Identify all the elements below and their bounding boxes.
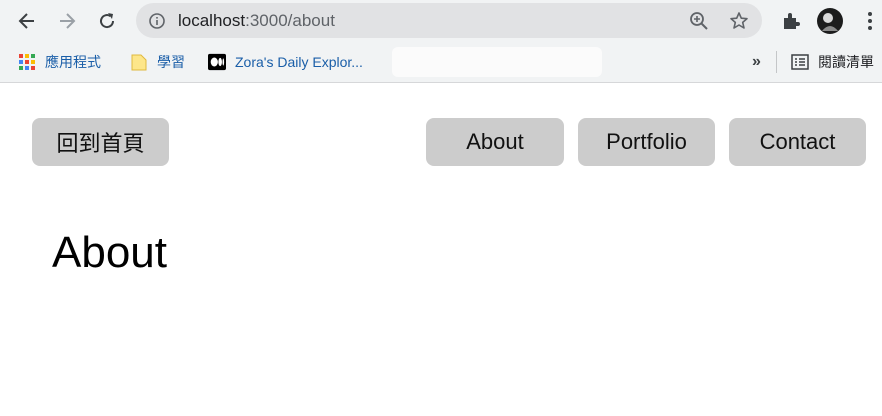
bookmark-zora[interactable]: Zora's Daily Explor... xyxy=(208,51,363,73)
profile-avatar[interactable] xyxy=(816,7,844,35)
hidden-bookmark[interactable] xyxy=(392,47,602,77)
nav-portfolio-button[interactable]: Portfolio xyxy=(578,118,715,166)
forward-icon[interactable] xyxy=(54,8,80,34)
divider xyxy=(776,51,777,73)
bookmark-learning[interactable]: 學習 xyxy=(130,51,185,73)
folder-icon xyxy=(130,53,148,71)
home-button[interactable]: 回到首頁 xyxy=(32,118,169,166)
reading-list-label: 閱讀清單 xyxy=(818,54,874,70)
page-title: About xyxy=(52,228,167,277)
zoom-icon[interactable] xyxy=(688,10,710,32)
reload-icon[interactable] xyxy=(94,8,120,34)
medium-icon xyxy=(208,53,226,71)
address-bar[interactable]: localhost:3000/about xyxy=(136,3,762,38)
bookmark-label: 應用程式 xyxy=(45,54,101,70)
extensions-icon[interactable] xyxy=(779,9,803,33)
reading-list-button[interactable]: 閱讀清單 xyxy=(791,51,874,73)
url-text[interactable]: localhost:3000/about xyxy=(178,11,335,31)
nav-about-button[interactable]: About xyxy=(426,118,564,166)
site-info-icon[interactable] xyxy=(146,10,168,32)
url-path: :3000/about xyxy=(245,11,335,30)
reading-list-icon xyxy=(791,53,809,71)
bookmark-star-icon[interactable] xyxy=(728,10,750,32)
bookmark-label: Zora's Daily Explor... xyxy=(235,54,363,70)
url-host: localhost xyxy=(178,11,246,30)
bookmark-label: 學習 xyxy=(157,54,185,70)
browser-toolbar: localhost:3000/about xyxy=(0,0,882,42)
back-icon[interactable] xyxy=(14,8,40,34)
bookmarks-overflow-button[interactable]: » xyxy=(752,51,761,73)
apps-grid-icon xyxy=(18,53,36,71)
menu-kebab-icon[interactable] xyxy=(858,9,882,33)
bookmark-apps[interactable]: 應用程式 xyxy=(18,51,101,73)
nav-contact-button[interactable]: Contact xyxy=(729,118,866,166)
